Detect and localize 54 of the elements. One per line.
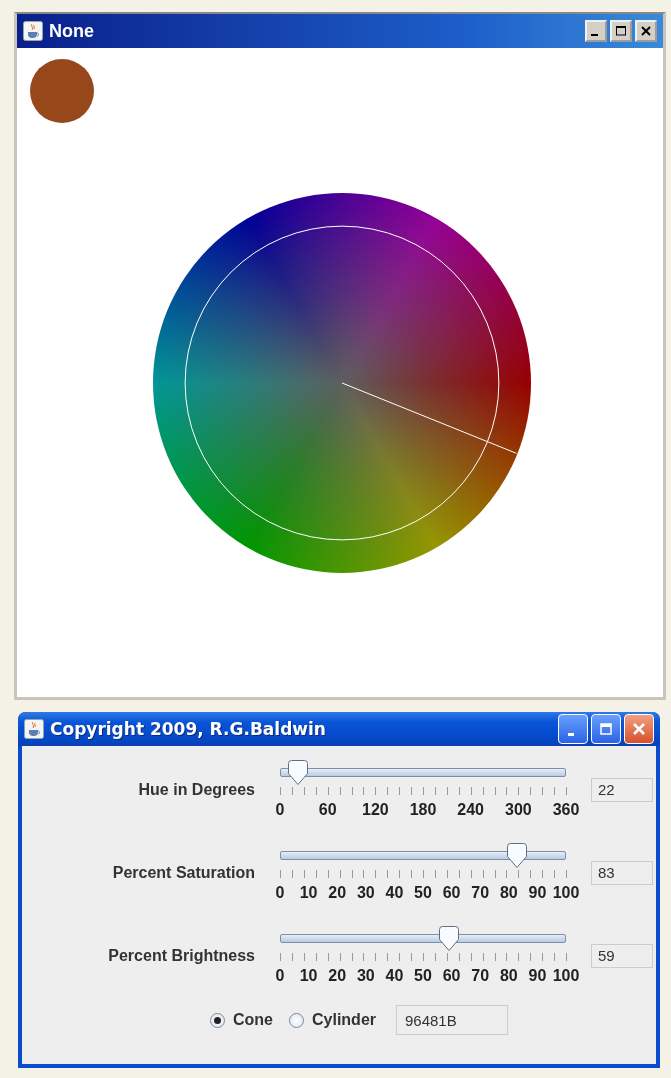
- value-field[interactable]: 22: [591, 778, 653, 802]
- hex-field[interactable]: 96481B: [396, 1005, 508, 1035]
- tick-label: 0: [275, 967, 285, 985]
- tick-label: 60: [442, 967, 461, 985]
- close-icon: [632, 722, 646, 736]
- radio-button[interactable]: Cylinder: [289, 1011, 376, 1029]
- maximize-icon: [599, 722, 613, 736]
- tick-label: 360: [552, 801, 580, 819]
- cup-icon: [24, 719, 44, 739]
- tick-label: 240: [457, 801, 484, 819]
- tick-label: 60: [318, 801, 337, 819]
- slider-label: Percent Brightness: [107, 946, 255, 965]
- tick-label: 20: [328, 884, 347, 902]
- value-field[interactable]: 59: [591, 944, 653, 968]
- slider-label: Hue in Degrees: [137, 780, 255, 799]
- cup-icon: [23, 21, 43, 41]
- tick-label: 40: [385, 884, 404, 902]
- tick-label: 180: [409, 801, 437, 819]
- tick-label: 90: [528, 884, 547, 902]
- tick-label: 60: [442, 884, 461, 902]
- tick-label: 90: [528, 967, 547, 985]
- maximize-button[interactable]: [610, 20, 632, 42]
- minimize-icon: [567, 732, 574, 736]
- value-field[interactable]: 83: [591, 861, 653, 885]
- tick-label: 30: [356, 967, 375, 985]
- tick-label: 20: [328, 967, 347, 985]
- minimize-button[interactable]: [585, 20, 607, 42]
- slider-thumb[interactable]: [437, 926, 460, 952]
- tick-label: 10: [299, 884, 318, 902]
- tick-label: 120: [362, 801, 389, 819]
- tick-label: 80: [499, 967, 518, 985]
- tick-label: 30: [356, 884, 375, 902]
- tick-label: 50: [414, 884, 432, 902]
- tick-label: 50: [414, 967, 432, 985]
- window-title: Copyright 2009, R.G.Baldwin: [50, 719, 327, 739]
- close-icon: [640, 26, 652, 36]
- tick-label: 0: [275, 884, 285, 902]
- slider-label: Percent Saturation: [111, 863, 255, 882]
- tick-label: 100: [552, 884, 580, 902]
- tick-label: 70: [471, 884, 490, 902]
- tick-label: 300: [505, 801, 532, 819]
- tick-label: 100: [552, 967, 580, 985]
- slider-thumb[interactable]: [505, 843, 528, 869]
- tick-label: 40: [385, 967, 404, 985]
- tick-label: 10: [299, 967, 318, 985]
- slider-thumb[interactable]: [287, 760, 310, 786]
- maximize-icon: [615, 26, 627, 36]
- tick-label: 70: [471, 967, 490, 985]
- minimize-icon: [591, 34, 598, 36]
- tick-label: 80: [499, 884, 518, 902]
- radio-button[interactable]: Cone: [210, 1011, 273, 1029]
- window-title: None: [49, 20, 95, 42]
- tick-label: 0: [275, 801, 285, 819]
- close-button[interactable]: [635, 20, 657, 42]
